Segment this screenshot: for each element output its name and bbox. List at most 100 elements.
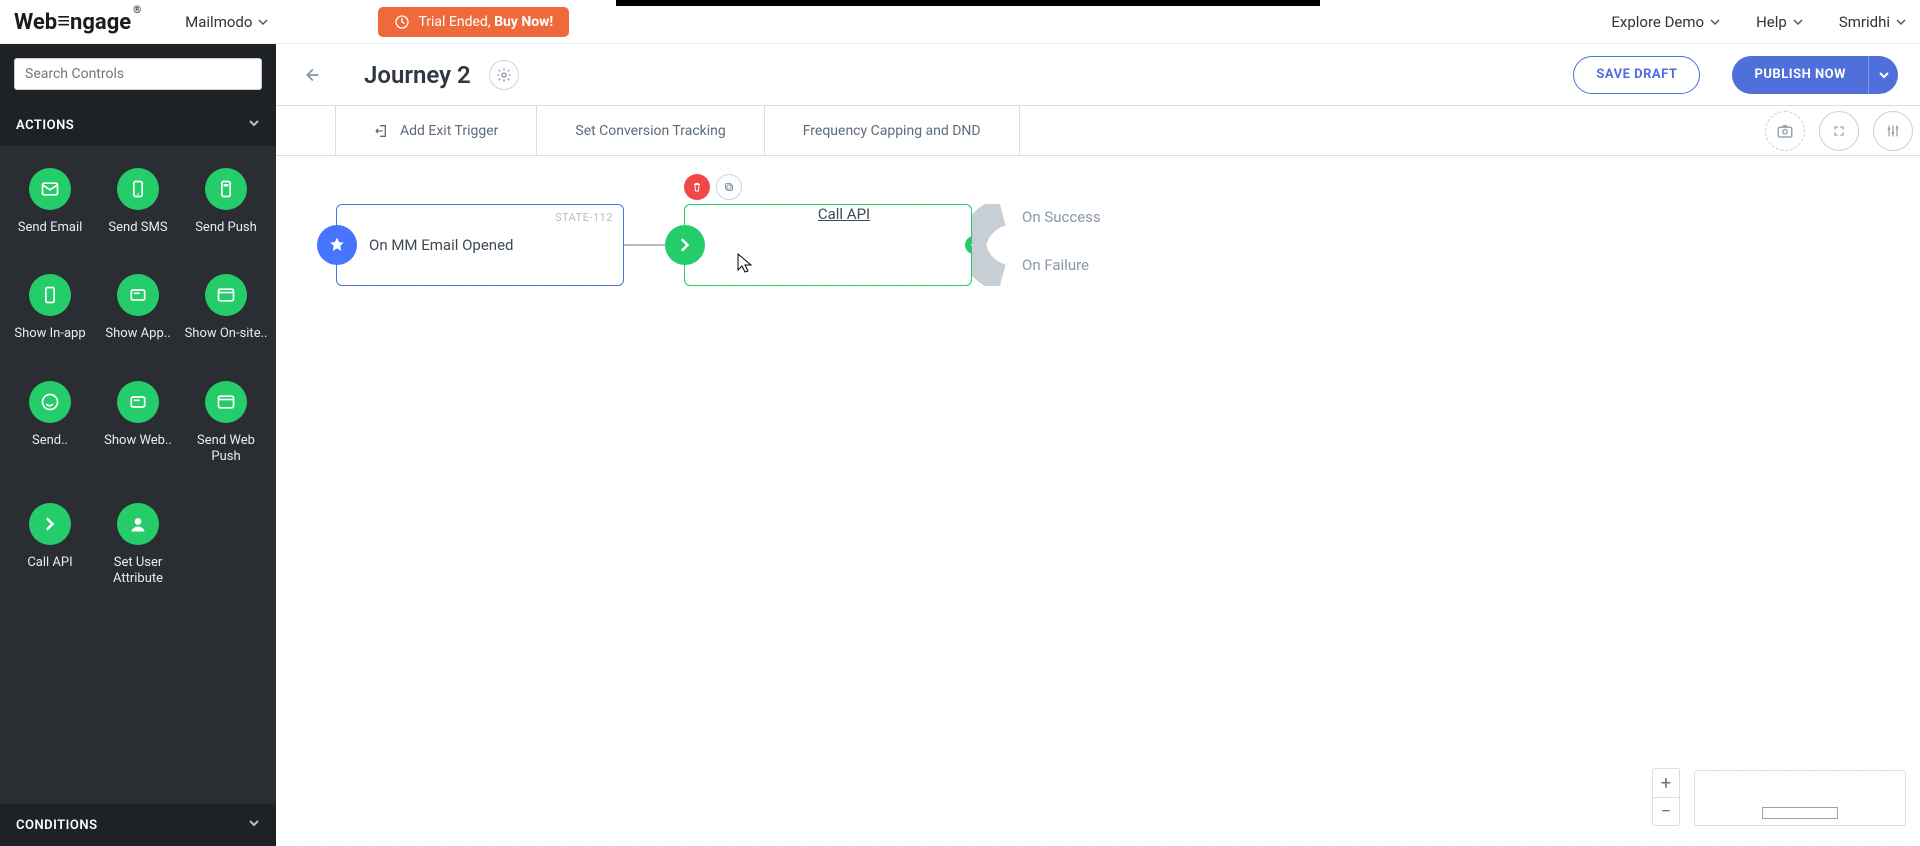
add-exit-trigger-button[interactable]: Add Exit Trigger <box>336 106 537 155</box>
explore-demo-link[interactable]: Explore Demo <box>1611 13 1720 31</box>
action-show-app[interactable]: Show App.. <box>94 274 182 342</box>
back-button[interactable] <box>298 62 324 88</box>
action-label: Send Email <box>18 220 83 236</box>
publish-group: PUBLISH NOW <box>1732 56 1898 94</box>
trash-icon <box>691 181 703 193</box>
outcome-split <box>972 204 1020 286</box>
action-send-whatsapp[interactable]: Send.. <box>6 381 94 466</box>
help-label: Help <box>1756 13 1787 31</box>
publish-dropdown-button[interactable] <box>1868 56 1898 94</box>
node-toolbar <box>684 174 742 200</box>
chevron-down-icon <box>1793 17 1803 27</box>
action-show-onsite[interactable]: Show On-site.. <box>182 274 270 342</box>
action-send-push[interactable]: Send Push <box>182 168 270 236</box>
outcome-success-label[interactable]: On Success <box>1022 208 1101 226</box>
search-wrap <box>0 44 276 104</box>
brand-logo[interactable]: Web≡ngage® <box>14 9 131 35</box>
action-label: Show In-app <box>14 326 85 342</box>
node-trigger[interactable]: STATE-112 On MM Email Opened <box>336 204 624 286</box>
action-label: Set User Attribute <box>94 555 182 588</box>
frequency-capping-button[interactable]: Frequency Capping and DND <box>765 106 1020 155</box>
zoom-controls: + − <box>1652 768 1680 826</box>
exit-icon <box>374 123 390 139</box>
action-send-email[interactable]: Send Email <box>6 168 94 236</box>
chevron-right-icon <box>29 503 71 545</box>
save-draft-button[interactable]: SAVE DRAFT <box>1573 56 1700 94</box>
action-label: Send Push <box>195 220 257 236</box>
zoom-out-button[interactable]: − <box>1653 797 1679 825</box>
node-label: Call API <box>818 205 870 223</box>
section-conditions-label: CONDITIONS <box>16 818 98 833</box>
clock-icon <box>394 14 410 30</box>
trial-prefix: Trial Ended, <box>418 14 494 30</box>
toolbar-label: Set Conversion Tracking <box>575 123 725 139</box>
action-show-inapp[interactable]: Show In-app <box>6 274 94 342</box>
user-menu[interactable]: Smridhi <box>1839 13 1906 31</box>
action-label: Send Web Push <box>182 433 270 466</box>
node-duplicate-button[interactable] <box>716 174 742 200</box>
help-link[interactable]: Help <box>1756 13 1803 31</box>
outcome-failure-label[interactable]: On Failure <box>1022 256 1089 274</box>
chevron-down-icon <box>1896 17 1906 27</box>
set-conversion-tracking-button[interactable]: Set Conversion Tracking <box>537 106 764 155</box>
workspace: Journey 2 SAVE DRAFT PUBLISH NOW Add Exi… <box>276 44 1920 846</box>
journey-toolbar: Add Exit Trigger Set Conversion Tracking… <box>276 106 1920 156</box>
chevron-down-icon <box>1879 70 1889 80</box>
section-actions-header[interactable]: ACTIONS <box>0 104 276 146</box>
minimap-viewport <box>1762 807 1838 819</box>
sliders-icon <box>1885 123 1901 139</box>
top-nav: Web≡ngage® Mailmodo Trial Ended, Buy Now… <box>0 0 1920 44</box>
explore-demo-label: Explore Demo <box>1611 13 1704 31</box>
user-name: Smridhi <box>1839 13 1890 31</box>
action-set-user-attribute[interactable]: Set User Attribute <box>94 503 182 588</box>
trial-banner[interactable]: Trial Ended, Buy Now! <box>378 7 569 37</box>
journey-settings-button[interactable] <box>489 60 519 90</box>
section-conditions-header[interactable]: CONDITIONS <box>0 804 276 846</box>
node-call-api[interactable]: Call API <box>684 204 972 286</box>
fit-view-button[interactable] <box>1819 111 1859 151</box>
workspace-switcher[interactable]: Mailmodo <box>185 13 268 31</box>
journey-bar: Journey 2 SAVE DRAFT PUBLISH NOW <box>276 44 1920 106</box>
chevron-down-icon <box>1710 17 1720 27</box>
action-label: Show App.. <box>105 326 170 342</box>
card-icon <box>117 274 159 316</box>
journey-canvas[interactable]: STATE-112 On MM Email Opened <box>276 156 1920 846</box>
arrange-button[interactable] <box>1873 111 1913 151</box>
whatsapp-icon <box>29 381 71 423</box>
chevron-right-icon <box>665 225 705 265</box>
top-black-bar <box>616 0 1320 6</box>
action-send-sms[interactable]: Send SMS <box>94 168 182 236</box>
minimap[interactable] <box>1694 770 1906 826</box>
toolbar-label: Frequency Capping and DND <box>803 123 981 139</box>
workspace-name: Mailmodo <box>185 13 252 31</box>
controls-sidebar: ACTIONS Send Email Send SMS Send Push Sh… <box>0 44 276 846</box>
chevron-down-icon <box>248 817 260 833</box>
gear-icon <box>496 67 512 83</box>
window-icon <box>205 274 247 316</box>
journey-title: Journey 2 <box>364 61 471 89</box>
search-controls-input[interactable] <box>14 58 262 90</box>
action-label: Send SMS <box>108 220 167 236</box>
action-send-web-push[interactable]: Send Web Push <box>182 381 270 466</box>
action-call-api[interactable]: Call API <box>6 503 94 588</box>
phone-icon <box>205 168 247 210</box>
chevron-down-icon <box>258 17 268 27</box>
mail-icon <box>29 168 71 210</box>
copy-icon <box>723 181 735 193</box>
user-icon <box>117 503 159 545</box>
screenshot-button[interactable] <box>1765 111 1805 151</box>
section-actions-label: ACTIONS <box>16 118 74 133</box>
action-label: Call API <box>27 555 72 571</box>
action-show-web[interactable]: Show Web.. <box>94 381 182 466</box>
zoom-in-button[interactable]: + <box>1653 769 1679 797</box>
action-label: Show On-site.. <box>185 326 268 342</box>
publish-now-button[interactable]: PUBLISH NOW <box>1732 56 1868 94</box>
trial-cta: Buy Now! <box>494 14 553 30</box>
window-icon <box>205 381 247 423</box>
card-icon <box>117 381 159 423</box>
node-delete-button[interactable] <box>684 174 710 200</box>
toolbar-label: Add Exit Trigger <box>400 123 498 139</box>
actions-grid: Send Email Send SMS Send Push Show In-ap… <box>0 146 276 598</box>
phone-icon <box>29 274 71 316</box>
action-label: Send.. <box>32 433 68 449</box>
